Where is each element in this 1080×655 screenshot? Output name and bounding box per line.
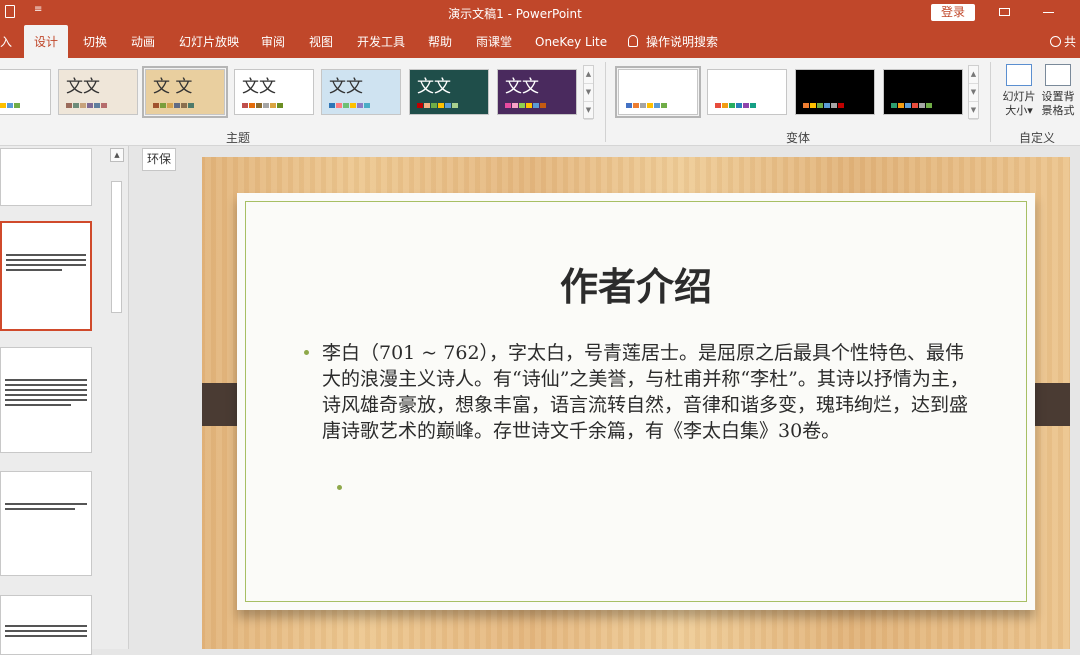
slide-thumbnail[interactable] <box>0 347 92 453</box>
tab-onekey-lite[interactable]: OneKey Lite <box>535 25 607 58</box>
slide-editing-area: 环保 作者介绍 李白（701 ~ 762），字太白，号青莲居士。是屈原之后最具个… <box>129 146 1080 649</box>
variant-color-swatches <box>891 103 933 108</box>
theme-color-swatches <box>329 103 371 108</box>
gallery-more-icon[interactable]: ▼ <box>969 102 978 120</box>
share-button[interactable]: 共 <box>1050 25 1076 60</box>
section-tag[interactable]: 环保 <box>142 148 177 171</box>
slide-thumbnail[interactable] <box>0 471 92 576</box>
window-title: 演示文稿1 - PowerPoint <box>448 7 582 21</box>
tab-insert[interactable]: 入 <box>0 25 12 58</box>
variant-color-swatches <box>803 103 845 108</box>
tab-help[interactable]: 帮助 <box>428 25 452 58</box>
theme-preview-text: 文文 <box>329 77 363 97</box>
lightbulb-icon <box>628 35 638 47</box>
slide-size-label-2: 大小 <box>1005 104 1028 117</box>
slide-body-text[interactable]: 李白（701 ~ 762），字太白，号青莲居士。是屈原之后最具个性特色、最伟大的… <box>322 340 972 444</box>
title-bar: ≡ 演示文稿1 - PowerPoint 登录 <box>0 0 1080 25</box>
slide-thumbnail-selected[interactable] <box>0 221 92 331</box>
variants-gallery-scroll[interactable]: ▲ ▼ ▼ <box>968 65 979 120</box>
scroll-up-icon[interactable]: ▲ <box>969 66 978 84</box>
format-background-label: 设置背 <box>1041 90 1075 103</box>
format-background-icon <box>1045 64 1071 86</box>
theme-thumbnail[interactable]: 文文 <box>409 69 489 115</box>
theme-color-swatches <box>0 103 21 108</box>
variant-thumbnail[interactable] <box>795 69 875 115</box>
thumbnail-text-lines <box>5 500 87 513</box>
tell-me-search[interactable]: 操作说明搜索 <box>628 25 718 58</box>
tab-transitions[interactable]: 切换 <box>83 25 107 58</box>
slide-size-button[interactable]: 幻灯片 大小▾ <box>997 62 1041 118</box>
theme-color-swatches <box>417 103 459 108</box>
slide-title[interactable]: 作者介绍 <box>237 256 1035 311</box>
slide-thumbnail[interactable] <box>0 148 92 206</box>
theme-preview-text: 文文 <box>242 77 276 97</box>
chevron-down-icon: ▾ <box>1027 104 1033 117</box>
group-separator <box>605 62 606 142</box>
thumbnail-text-lines <box>6 251 86 274</box>
slide[interactable]: 作者介绍 李白（701 ~ 762），字太白，号青莲居士。是屈原之后最具个性特色… <box>202 157 1070 649</box>
slide-thumbnail[interactable] <box>0 595 92 655</box>
customize-group-label: 自定义 <box>1019 131 1056 145</box>
theme-color-swatches <box>242 103 284 108</box>
format-background-button[interactable]: 设置背 景格式 <box>1036 62 1080 118</box>
theme-thumbnail[interactable]: 文文 <box>58 69 138 115</box>
theme-thumbnail[interactable]: 文 <box>0 69 51 115</box>
theme-thumbnail[interactable]: 文 文 <box>142 66 228 118</box>
theme-thumbnail[interactable]: 文文 <box>497 69 577 115</box>
design-ribbon: 文文文文 文文文文文文文文文 ▲ ▼ ▼ 主题 ▲ ▼ ▼ 变体 幻灯片 大小▾… <box>0 58 1080 146</box>
theme-thumbnail[interactable]: 文文 <box>234 69 314 115</box>
ribbon-tab-bar: 入 设计 切换 动画 幻灯片放映 审阅 视图 开发工具 帮助 雨课堂 OneKe… <box>0 25 1080 58</box>
bullet-icon <box>337 485 342 490</box>
variant-thumbnail[interactable] <box>707 69 787 115</box>
theme-thumbnail[interactable]: 文文 <box>321 69 401 115</box>
tell-me-label: 操作说明搜索 <box>646 35 719 49</box>
slide-size-label: 幻灯片 <box>1002 90 1036 103</box>
variants-group-label: 变体 <box>786 131 811 145</box>
tab-review[interactable]: 审阅 <box>261 25 285 58</box>
theme-preview-text: 文文 <box>505 77 539 97</box>
group-separator <box>990 62 991 142</box>
login-button[interactable]: 登录 <box>931 4 975 21</box>
theme-preview-text: 文文 <box>417 77 451 97</box>
person-icon <box>1050 36 1061 47</box>
variant-thumbnail[interactable] <box>615 66 701 118</box>
share-label: 共 <box>1064 35 1077 49</box>
thumbnail-text-lines <box>5 622 87 640</box>
slide-paper: 作者介绍 李白（701 ~ 762），字太白，号青莲居士。是屈原之后最具个性特色… <box>237 193 1035 610</box>
theme-color-swatches <box>66 103 108 108</box>
theme-preview-text: 文 文 <box>153 77 193 97</box>
ribbon-display-options-icon[interactable] <box>999 8 1010 16</box>
gallery-more-icon[interactable]: ▼ <box>584 102 593 120</box>
tab-design[interactable]: 设计 <box>24 25 69 58</box>
scroll-up-icon[interactable]: ▲ <box>584 66 593 84</box>
variant-color-swatches <box>715 103 757 108</box>
themes-group-label: 主题 <box>226 131 251 145</box>
theme-color-swatches <box>505 103 547 108</box>
tab-slideshow[interactable]: 幻灯片放映 <box>179 25 239 58</box>
slide-thumbnail-panel: ▲ <box>0 146 129 655</box>
slide-size-icon <box>1006 64 1032 86</box>
tab-animations[interactable]: 动画 <box>131 25 155 58</box>
tab-developer[interactable]: 开发工具 <box>357 25 405 58</box>
bullet-icon <box>304 350 309 355</box>
variant-thumbnail[interactable] <box>883 69 963 115</box>
scroll-down-icon[interactable]: ▼ <box>584 84 593 102</box>
scroll-down-icon[interactable]: ▼ <box>969 84 978 102</box>
tab-view[interactable]: 视图 <box>309 25 333 58</box>
slide-panel-scrollbar[interactable]: ▲ <box>110 148 124 648</box>
minimize-icon[interactable] <box>1043 12 1054 13</box>
thumbnail-text-lines <box>5 376 87 409</box>
variant-color-swatches <box>626 103 668 108</box>
tab-classroom[interactable]: 雨课堂 <box>476 25 512 58</box>
theme-color-swatches <box>153 103 195 108</box>
format-background-label-2: 景格式 <box>1041 104 1075 117</box>
scrollbar-thumb[interactable] <box>111 181 122 313</box>
theme-preview-text: 文文 <box>66 77 100 97</box>
themes-gallery-scroll[interactable]: ▲ ▼ ▼ <box>583 65 594 120</box>
scroll-up-icon[interactable]: ▲ <box>110 148 124 162</box>
